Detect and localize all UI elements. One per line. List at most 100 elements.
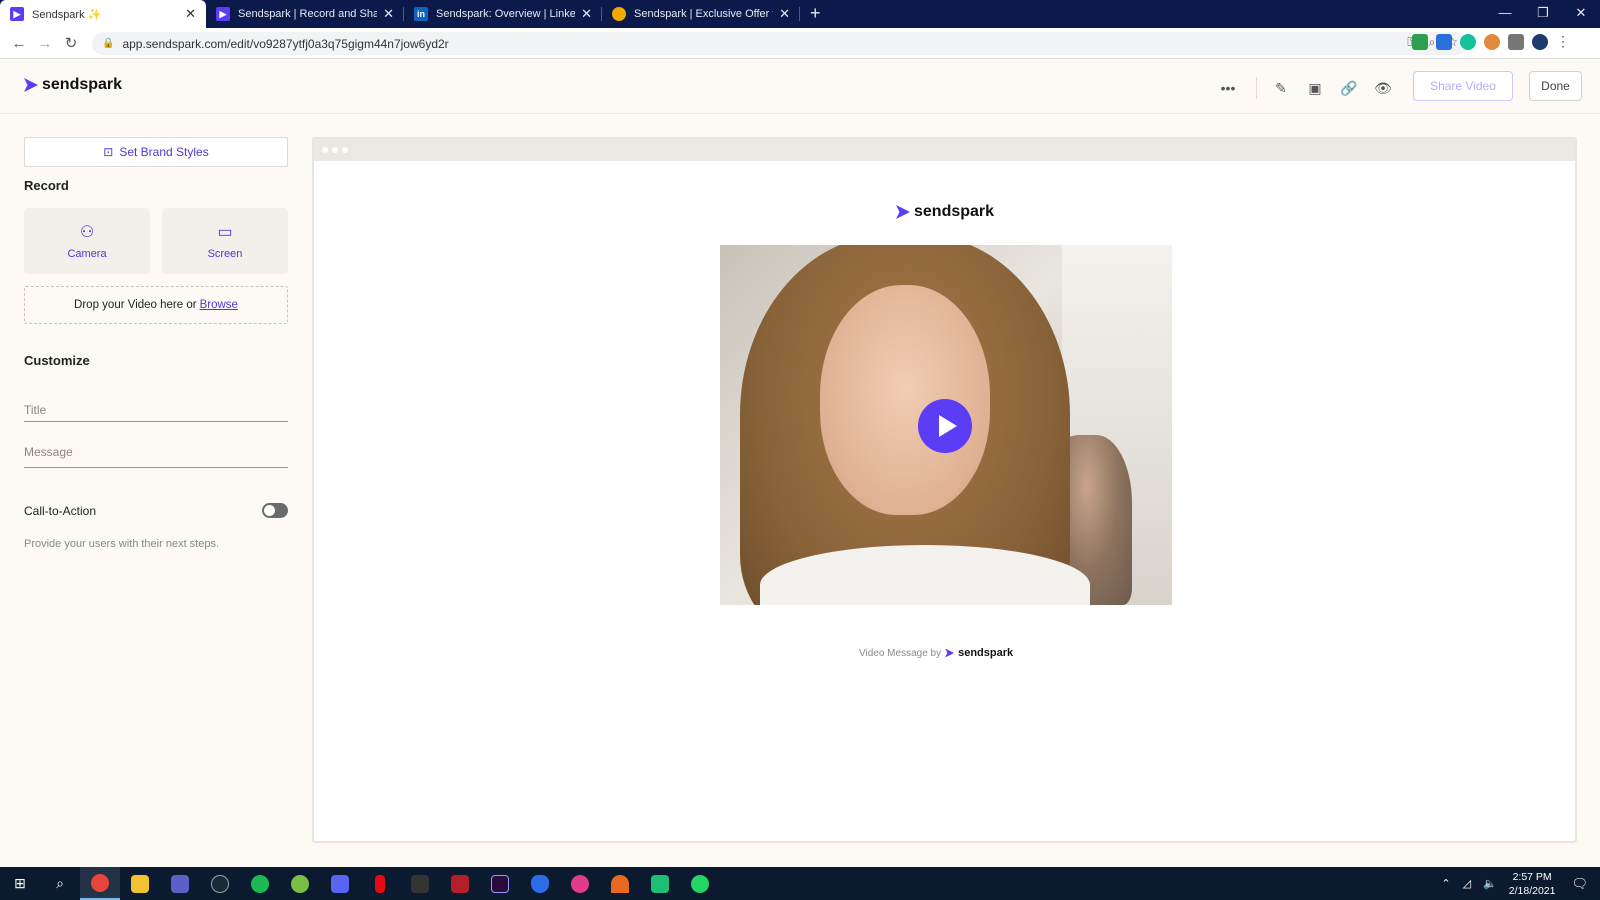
app-icon[interactable] (600, 867, 640, 900)
footer-brand: sendspark (958, 647, 1014, 659)
sendspark-logo-icon (896, 205, 910, 219)
edit-icon[interactable]: ✎ (1271, 78, 1291, 98)
play-button[interactable] (918, 399, 972, 453)
toolbar-divider (1256, 77, 1257, 99)
restore-icon[interactable]: ❐ (1524, 0, 1562, 28)
header-toolbar: ••• ✎ ▣ 🔗 👁 (1218, 77, 1407, 99)
address-bar: ← → ↻ 🔒 app.sendspark.com/edit/vo9287ytf… (0, 28, 1600, 59)
discord-icon[interactable] (320, 867, 360, 900)
window-dot (322, 147, 328, 153)
message-input[interactable] (24, 442, 288, 462)
puzzle-icon[interactable] (1508, 33, 1524, 50)
footer-text: Video Message by (859, 647, 942, 659)
share-video-button[interactable]: Share Video (1413, 71, 1513, 101)
clock[interactable]: 2:57 PM 2/18/2021 (1509, 870, 1556, 898)
title-field[interactable] (24, 400, 288, 422)
tab-title: Sendspark ✨ (32, 8, 102, 21)
drop-text: Drop your Video here or (74, 299, 197, 311)
chrome-icon[interactable] (80, 867, 120, 900)
minimize-icon[interactable]: — (1486, 0, 1524, 28)
window-controls: — ❐ ✕ (1486, 0, 1600, 28)
grammarly-icon[interactable] (1460, 33, 1476, 50)
menu-kebab-icon[interactable]: ⋮ (1556, 33, 1570, 50)
video-drop-zone[interactable]: Drop your Video here or Browse (24, 286, 288, 324)
done-button[interactable]: Done (1529, 71, 1582, 101)
url-field[interactable]: 🔒 app.sendspark.com/edit/vo9287ytfj0a3q7… (92, 32, 1468, 55)
logo-text: sendspark (42, 76, 123, 93)
forward-icon[interactable]: → (32, 35, 58, 52)
screen-button[interactable]: ▭ Screen (162, 208, 288, 274)
browser-tab[interactable]: ▶ Sendspark ✨ ✕ (0, 0, 206, 28)
premiere-pro-icon[interactable] (480, 867, 520, 900)
video-thumbnail[interactable] (720, 245, 1172, 605)
close-window-icon[interactable]: ✕ (1562, 0, 1600, 28)
back-icon[interactable]: ← (6, 35, 32, 52)
spotify-icon[interactable] (240, 867, 280, 900)
chevron-up-icon[interactable]: ⌃ (1441, 877, 1450, 890)
epic-games-icon[interactable] (400, 867, 440, 900)
reload-icon[interactable]: ↻ (58, 34, 84, 52)
preview-eye-icon[interactable]: 👁 (1373, 78, 1393, 98)
video-preview-frame: sendspark Video Message by sendspark (312, 137, 1577, 843)
notifications-icon[interactable]: 🗨 (1571, 876, 1588, 892)
browser-tab[interactable]: in Sendspark: Overview | LinkedIn ✕ (404, 0, 602, 28)
extension-icon[interactable] (1484, 33, 1500, 50)
title-input[interactable] (24, 400, 288, 420)
new-tab-button[interactable]: + (810, 0, 821, 28)
close-tab-icon[interactable]: ✕ (779, 6, 790, 22)
extension-icon[interactable] (1436, 33, 1452, 50)
windows-start-icon[interactable]: ⊞ (0, 867, 40, 900)
preview-window-bar (314, 139, 1575, 161)
close-tab-icon[interactable]: ✕ (383, 6, 394, 22)
browser-tab[interactable]: ▶ Sendspark | Record and Share Pe ✕ (206, 0, 404, 28)
message-field[interactable] (24, 442, 288, 468)
close-tab-icon[interactable]: ✕ (185, 6, 196, 22)
offer-icon (612, 7, 626, 21)
preview-logo: sendspark (896, 203, 994, 221)
steam-icon[interactable] (200, 867, 240, 900)
app-header: sendspark ••• ✎ ▣ 🔗 👁 Share Video Done (0, 59, 1600, 114)
volume-icon[interactable]: 🔈 (1483, 877, 1497, 890)
cta-hint: Provide your users with their next steps… (24, 538, 220, 550)
profile-avatar-icon[interactable] (1532, 33, 1548, 50)
file-explorer-icon[interactable] (120, 867, 160, 900)
image-icon[interactable]: ▣ (1305, 78, 1325, 98)
sendspark-logo-icon (24, 78, 38, 92)
sendspark-logo[interactable]: sendspark (24, 76, 122, 94)
presenter-face (820, 285, 990, 515)
network-icon[interactable]: ◿ (1463, 877, 1471, 890)
lock-icon: 🔒 (102, 38, 115, 49)
utorrent-icon[interactable] (280, 867, 320, 900)
brand-styles-icon: ⊡ (103, 145, 114, 159)
tab-title: Sendspark: Overview | LinkedIn (436, 8, 576, 20)
browse-link[interactable]: Browse (200, 299, 238, 311)
fiverr-icon[interactable] (640, 867, 680, 900)
app-icon[interactable] (440, 867, 480, 900)
sendspark-icon: ▶ (216, 7, 230, 21)
camera-label: Camera (67, 248, 107, 260)
system-tray: ⌃ ◿ 🔈 2:57 PM 2/18/2021 🗨 (1441, 867, 1600, 900)
whatsapp-icon[interactable] (680, 867, 720, 900)
extension-icon[interactable] (1412, 33, 1428, 50)
teams-icon[interactable] (160, 867, 200, 900)
record-heading: Record (24, 178, 69, 193)
tab-title: Sendspark | Record and Share Pe (238, 8, 378, 20)
more-icon[interactable]: ••• (1218, 78, 1238, 98)
set-brand-styles-label: Set Brand Styles (119, 145, 209, 159)
search-icon[interactable]: ⌕ (40, 867, 80, 900)
cta-label: Call-to-Action (24, 504, 97, 518)
cta-toggle[interactable] (262, 503, 288, 518)
url-text: app.sendspark.com/edit/vo9287ytfj0a3q75g… (122, 36, 449, 51)
clock-time: 2:57 PM (1512, 870, 1552, 883)
browser-tab-bar: ▶ Sendspark ✨ ✕ ▶ Sendspark | Record and… (0, 0, 1600, 28)
camera-button[interactable]: ⚇ Camera (24, 208, 150, 274)
app-icon[interactable] (560, 867, 600, 900)
shield-icon[interactable] (520, 867, 560, 900)
link-icon[interactable]: 🔗 (1339, 78, 1359, 98)
netflix-icon[interactable] (360, 867, 400, 900)
browser-tab[interactable]: Sendspark | Exclusive Offer from ✕ (602, 0, 800, 28)
close-tab-icon[interactable]: ✕ (581, 6, 592, 22)
customize-heading: Customize (24, 353, 90, 368)
set-brand-styles-button[interactable]: ⊡ Set Brand Styles (24, 137, 288, 167)
extensions: ⋮ (1412, 33, 1570, 50)
